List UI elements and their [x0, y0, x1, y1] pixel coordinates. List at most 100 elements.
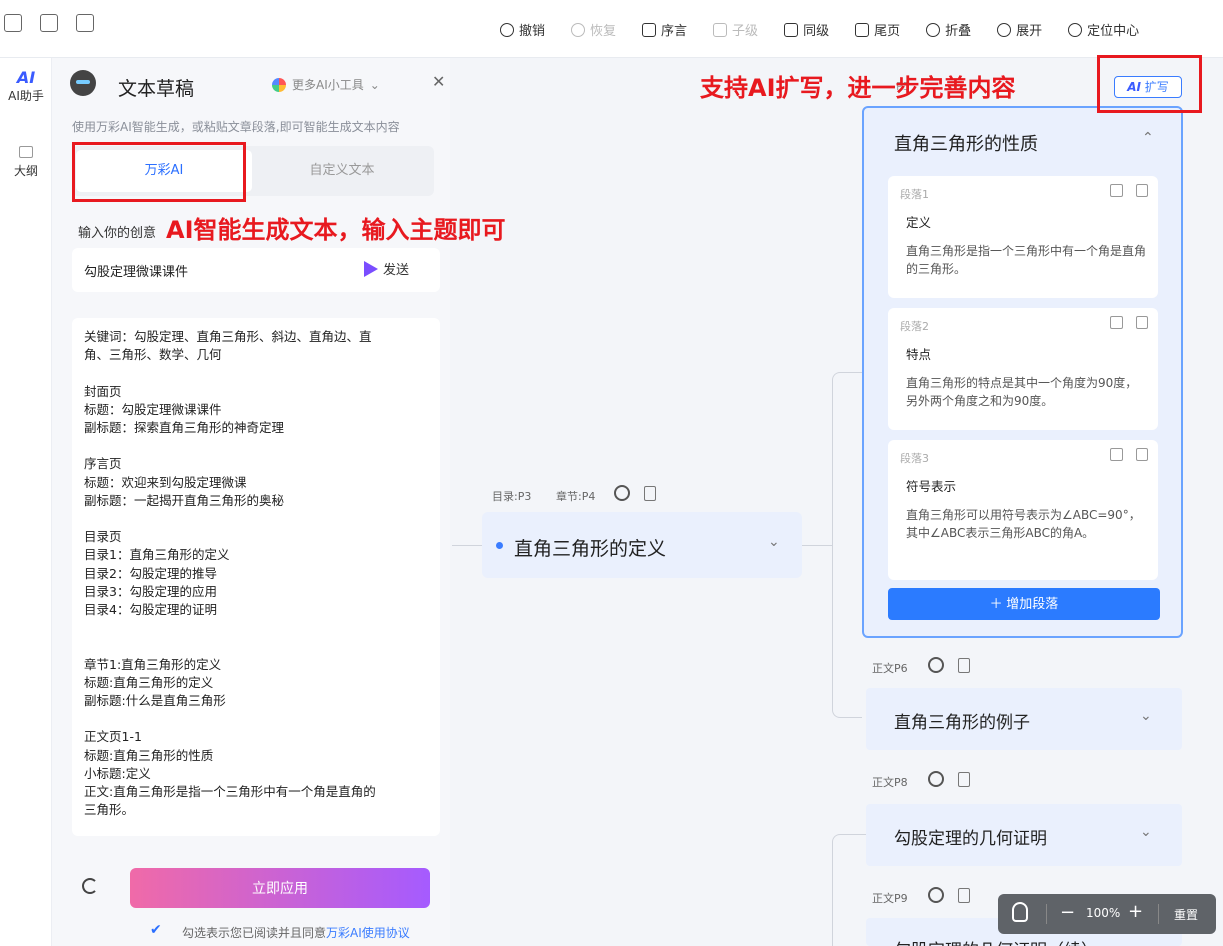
- action-toolbar: 撤销 恢复 序言 子级 同级 尾页 折叠 展开 定位中心: [500, 20, 1139, 39]
- collapse-icon[interactable]: [1110, 184, 1123, 197]
- tail-icon: [855, 22, 870, 37]
- home-icon[interactable]: [4, 14, 22, 32]
- child-icon: [713, 22, 728, 37]
- chevron-down-icon[interactable]: ⌄: [1140, 708, 1152, 724]
- refresh-icon[interactable]: [928, 887, 944, 903]
- expand-button[interactable]: 展开: [997, 20, 1042, 39]
- bullet-dot: [496, 542, 503, 549]
- rail-ai-label: AI助手: [8, 89, 44, 103]
- generated-text-line: 目录1：直角三角形的定义: [84, 547, 230, 563]
- paragraph-label: 段落2: [900, 320, 929, 333]
- add-paragraph-button[interactable]: ＋ 增加段落: [888, 588, 1160, 620]
- reset-zoom-button[interactable]: 重置: [1174, 906, 1198, 923]
- refresh-icon[interactable]: [82, 878, 98, 894]
- paragraph-card[interactable]: 段落1 定义 直角三角形是指一个三角形中有一个角是直角的三角形。: [888, 176, 1158, 298]
- generated-text-line: 序言页: [84, 456, 122, 472]
- generated-text-line: [84, 437, 428, 455]
- chevron-down-icon[interactable]: ⌄: [1140, 824, 1152, 840]
- generated-text-line: 封面页: [84, 383, 122, 399]
- selected-content-card[interactable]: 直角三角形的性质 ⌃ 段落1 定义 直角三角形是指一个三角形中有一个角是直角的三…: [862, 106, 1183, 638]
- undo-icon: [500, 22, 514, 37]
- outline-icon: [19, 146, 33, 158]
- agreement-link[interactable]: 万彩AI使用协议: [326, 926, 410, 940]
- toc-page-label: 目录:P3: [492, 490, 532, 503]
- preface-icon: [642, 22, 657, 37]
- trash-icon[interactable]: [644, 486, 656, 501]
- collapse-button[interactable]: 折叠: [926, 20, 971, 39]
- connector-line: [832, 834, 866, 946]
- generated-text-line: 三角形。: [84, 802, 135, 818]
- chevron-up-icon[interactable]: ⌃: [1142, 130, 1154, 146]
- locate-center-button[interactable]: 定位中心: [1068, 20, 1139, 39]
- generated-text-line: [84, 637, 428, 655]
- generated-text-line: 标题：勾股定理微课课件: [84, 401, 222, 417]
- paragraph-card[interactable]: 段落2 特点 直角三角形的特点是其中一个角度为90度，另外两个角度之和为90度。: [888, 308, 1158, 430]
- child-button[interactable]: 子级: [713, 20, 758, 39]
- chevron-down-icon[interactable]: ⌄: [768, 534, 780, 550]
- generated-text-line: 标题:直角三角形的性质: [84, 747, 214, 763]
- trash-icon[interactable]: [958, 888, 970, 903]
- zoom-out-button[interactable]: −: [1060, 902, 1075, 923]
- panel-title: 文本草稿: [118, 78, 195, 100]
- more-ai-tools-dropdown[interactable]: 更多AI小工具 ⌄: [272, 76, 380, 93]
- divider: [1158, 904, 1159, 924]
- refresh-icon[interactable]: [614, 485, 630, 501]
- zoom-in-button[interactable]: +: [1128, 901, 1143, 922]
- trash-icon[interactable]: [958, 658, 970, 673]
- redo-button[interactable]: 恢复: [571, 20, 616, 39]
- trash-icon[interactable]: [1136, 448, 1148, 461]
- rail-ai-assistant[interactable]: AI AI助手: [0, 68, 52, 104]
- divider: [1046, 904, 1047, 924]
- agree-checkbox[interactable]: ✔: [150, 922, 162, 938]
- left-rail: AI AI助手 大纲: [0, 58, 52, 946]
- preface-button[interactable]: 序言: [642, 20, 687, 39]
- panel-header: 文本草稿 更多AI小工具 ⌄ ✕: [70, 68, 445, 108]
- collapse-icon[interactable]: [1110, 316, 1123, 329]
- undo-button[interactable]: 撤销: [500, 20, 545, 39]
- annotation-box-tab: [72, 142, 246, 202]
- refresh-icon[interactable]: [928, 771, 944, 787]
- paragraph-label: 段落1: [900, 188, 929, 201]
- apply-now-button[interactable]: 立即应用: [130, 868, 430, 908]
- generated-text-line: [84, 510, 428, 528]
- generated-text-line: 目录4：勾股定理的证明: [84, 602, 217, 617]
- close-icon[interactable]: ✕: [432, 72, 445, 91]
- generated-text-line: [84, 619, 428, 637]
- chapter-node[interactable]: 直角三角形的定义 ⌄: [482, 512, 802, 578]
- card-title: 直角三角形的性质: [894, 134, 1038, 155]
- trash-icon[interactable]: [1136, 184, 1148, 197]
- connector-line: [832, 372, 862, 718]
- paragraph-label: 段落3: [900, 452, 929, 465]
- target-icon: [1068, 22, 1083, 37]
- ai-logo-icon: AI: [16, 68, 36, 87]
- paragraph-card[interactable]: 段落3 符号表示 直角三角形可以用符号表示为∠ABC=90°，其中∠ABC表示三…: [888, 440, 1158, 580]
- hand-icon[interactable]: [1012, 902, 1028, 922]
- generated-text-line: 标题：欢迎来到勾股定理微课: [84, 474, 247, 490]
- idea-input[interactable]: 勾股定理微课课件 发送: [72, 248, 440, 292]
- content-node[interactable]: 直角三角形的例子 ⌄: [866, 688, 1182, 750]
- generated-text-line: 正文页1-1: [84, 729, 142, 745]
- top-left-icons: [0, 14, 94, 32]
- sibling-button[interactable]: 同级: [784, 20, 829, 39]
- generated-text-line: 目录页: [84, 529, 122, 545]
- outline-toggle-icon[interactable]: [40, 14, 58, 32]
- trash-icon[interactable]: [958, 772, 970, 787]
- rail-outline[interactable]: 大纲: [0, 146, 52, 179]
- annotation-right: 支持AI扩写，进一步完善内容: [700, 74, 1016, 102]
- trash-icon[interactable]: [1136, 316, 1148, 329]
- paragraph-title: 定义: [906, 215, 932, 230]
- tab-custom-text[interactable]: 自定义文本: [254, 150, 430, 192]
- input-label: 输入你的创意: [78, 226, 157, 241]
- refresh-icon[interactable]: [928, 657, 944, 673]
- collapse-icon[interactable]: [1110, 448, 1123, 461]
- generated-text-line: [84, 364, 428, 382]
- presentation-icon[interactable]: [76, 14, 94, 32]
- send-button[interactable]: 发送: [364, 259, 409, 278]
- generated-text-line: 副标题:什么是直角三角形: [84, 692, 226, 708]
- chapter-node-title: 直角三角形的定义: [514, 538, 667, 560]
- redo-icon: [571, 22, 586, 37]
- generated-text-line: 副标题：一起揭开直角三角形的奥秘: [84, 492, 285, 508]
- tail-button[interactable]: 尾页: [855, 20, 900, 39]
- generated-text-area[interactable]: 关键词：勾股定理、直角三角形、斜边、直角边、直 角、三角形、数学、几何 封面页 标题：…: [72, 318, 440, 836]
- content-node[interactable]: 勾股定理的几何证明 ⌄: [866, 804, 1182, 866]
